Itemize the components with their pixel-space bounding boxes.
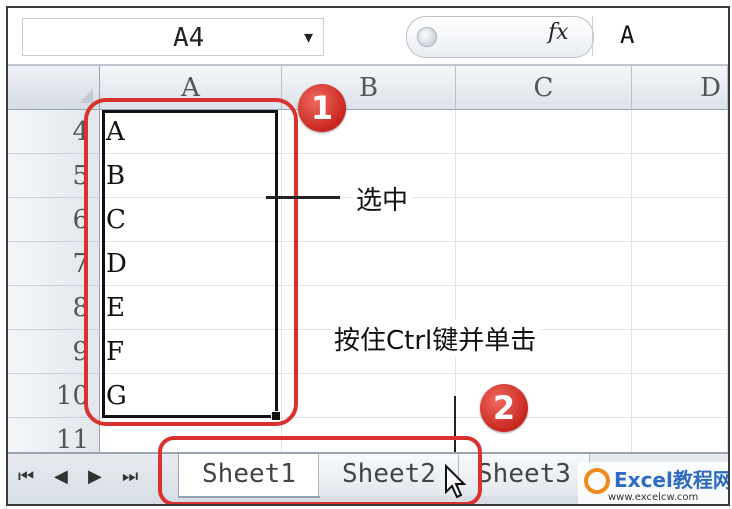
prev-sheet-icon[interactable]: ◀ [54, 466, 68, 487]
column-header-d[interactable]: D [632, 66, 728, 110]
name-box[interactable]: A4 ▾ [22, 18, 324, 56]
divider [592, 16, 593, 56]
annotation-ring-tabs [158, 436, 482, 504]
cell-range-d[interactable] [632, 110, 728, 462]
watermark-text: Excel教程网 [614, 468, 730, 492]
callout-select-label: 选中 [352, 180, 413, 217]
formula-bar: A4 ▾ fx A [8, 8, 728, 66]
annotation-ring-selection [84, 98, 298, 426]
name-box-value: A4 [173, 23, 205, 53]
resize-handle-icon[interactable] [417, 27, 437, 47]
logo-icon [584, 468, 610, 494]
step-badge-2: 2 [480, 384, 528, 432]
cell-range-b[interactable] [282, 110, 456, 462]
first-sheet-icon[interactable]: ⏮ [18, 466, 34, 487]
next-sheet-icon[interactable]: ▶ [88, 466, 102, 487]
mouse-cursor-icon [445, 464, 467, 499]
chevron-down-icon[interactable]: ▾ [304, 27, 313, 48]
insert-function-icon[interactable]: fx [548, 20, 569, 45]
column-header-c[interactable]: C [456, 66, 632, 110]
last-sheet-icon[interactable]: ⏭ [122, 466, 138, 487]
formula-input[interactable]: A [620, 21, 634, 49]
excel-window: A4 ▾ fx A A B C D 4 5 6 7 8 9 10 11 A B … [6, 6, 730, 506]
step-badge-1: 1 [298, 84, 346, 132]
callout-ctrl-click-label: 按住Ctrl键并单击 [330, 320, 541, 357]
callout-leader-line [266, 196, 340, 199]
site-watermark: Excel教程网 www.excelcw.com [578, 462, 730, 504]
watermark-url: www.excelcw.com [608, 492, 699, 503]
select-all-button[interactable] [8, 66, 100, 110]
